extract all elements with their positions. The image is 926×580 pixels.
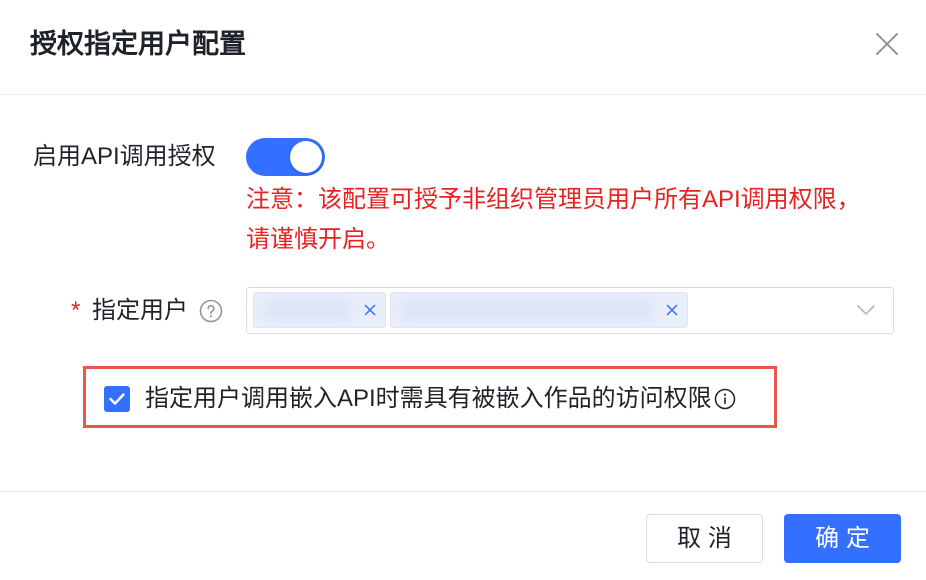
close-icon xyxy=(666,304,678,316)
dialog-title: 授权指定用户配置 xyxy=(30,29,246,59)
close-icon xyxy=(364,304,376,316)
warning-line-2: 请谨慎开启。 xyxy=(246,226,390,253)
confirm-button[interactable]: 确 定 xyxy=(784,514,901,563)
info-circle-icon xyxy=(714,388,735,410)
embed-permission-checkbox[interactable] xyxy=(104,386,130,412)
assigned-users-select[interactable] xyxy=(246,287,894,334)
redacted-user-name xyxy=(264,300,351,320)
remove-tag-button[interactable] xyxy=(363,303,377,317)
user-tag xyxy=(390,292,688,328)
toggle-knob xyxy=(290,141,322,173)
assigned-users-label: 指定用户 xyxy=(92,297,188,324)
header-divider xyxy=(0,94,926,95)
check-icon xyxy=(109,393,125,405)
cancel-button[interactable]: 取 消 xyxy=(646,514,763,563)
highlight-frame: 指定用户调用嵌入API时需具有被嵌入作品的访问权限 xyxy=(83,366,777,428)
help-button[interactable] xyxy=(199,299,223,323)
close-button[interactable] xyxy=(875,32,899,56)
embed-permission-option: 指定用户调用嵌入API时需具有被嵌入作品的访问权限 xyxy=(145,383,736,415)
dropdown-toggle[interactable] xyxy=(856,304,876,316)
info-button[interactable] xyxy=(714,388,736,410)
remove-tag-button[interactable] xyxy=(665,303,679,317)
chevron-down-icon xyxy=(856,304,876,316)
warning-line-1: 注意：该配置可授予非组织管理员用户所有API调用权限， xyxy=(246,186,861,213)
api-auth-toggle[interactable] xyxy=(246,138,325,176)
api-auth-warning: 注意：该配置可授予非组织管理员用户所有API调用权限， 请谨慎开启。 xyxy=(246,180,861,260)
required-asterisk: * xyxy=(71,297,81,324)
auth-config-dialog: 授权指定用户配置 启用API调用授权 注意：该配置可授予非组织管理员用户所有AP… xyxy=(0,0,926,580)
user-tag xyxy=(253,292,386,328)
question-circle-icon xyxy=(199,299,223,323)
footer-divider xyxy=(0,491,926,492)
redacted-user-name xyxy=(401,300,653,320)
embed-permission-label: 指定用户调用嵌入API时需具有被嵌入作品的访问权限 xyxy=(145,385,712,412)
api-auth-label: 启用API调用授权 xyxy=(33,143,216,170)
close-icon xyxy=(876,33,898,55)
